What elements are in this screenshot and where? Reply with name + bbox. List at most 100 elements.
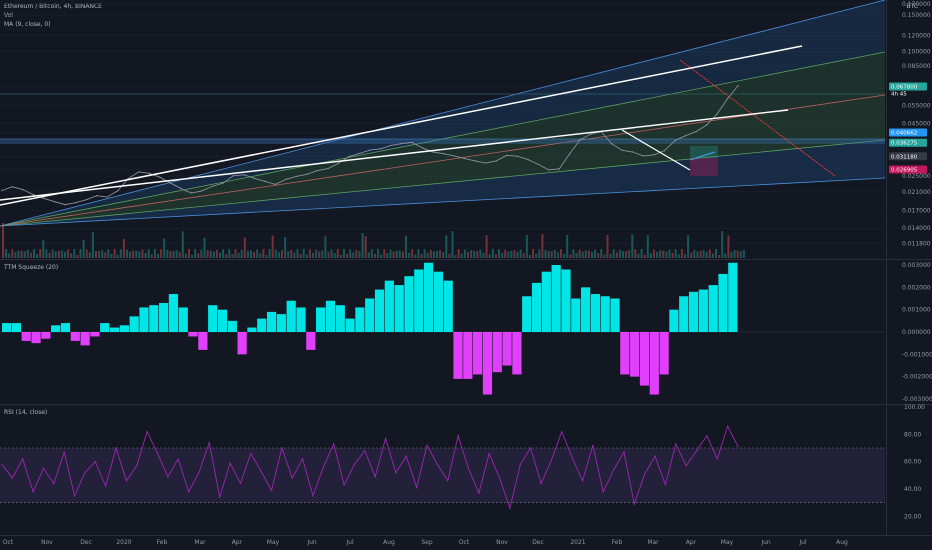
- price-point: [705, 124, 708, 126]
- volume-bar: [175, 250, 178, 258]
- volume-bar: [349, 249, 352, 258]
- price-point: [169, 182, 171, 184]
- volume-bar: [476, 251, 479, 258]
- volume-bar: [222, 249, 225, 258]
- volume-bar: [79, 249, 82, 258]
- volume-bar: [637, 253, 640, 258]
- volume-bar: [299, 254, 302, 258]
- x-tick-label: Apr: [232, 539, 243, 546]
- rsi-point: [706, 435, 708, 437]
- price-point: [579, 138, 581, 141]
- volume-bar: [178, 252, 181, 258]
- rsi-point: [229, 462, 231, 464]
- ttm-bar: [139, 307, 149, 332]
- ttm-bar: [100, 323, 110, 332]
- rsi-point: [478, 492, 480, 494]
- rsi-point: [613, 469, 615, 471]
- volume-bar: [668, 249, 671, 258]
- price-tick-label: 0.170000: [902, 1, 931, 8]
- volume-bar: [240, 249, 243, 258]
- volume-bar: [20, 250, 23, 258]
- price-point: [306, 173, 308, 176]
- volume-bar: [646, 235, 649, 258]
- price-point: [684, 135, 687, 137]
- x-tick-label: Aug: [836, 539, 848, 546]
- volume-bar: [262, 249, 265, 258]
- volume-bar: [659, 250, 662, 258]
- ttm-bar: [571, 298, 581, 332]
- volume-bar: [414, 254, 417, 258]
- volume-bar: [70, 253, 73, 258]
- rsi-point: [633, 503, 635, 505]
- rsi-point: [384, 437, 387, 440]
- volume-bar: [343, 249, 345, 258]
- volume-bar: [188, 249, 190, 258]
- volume-bar: [57, 250, 60, 258]
- ttm-bar: [60, 323, 71, 332]
- chart-canvas[interactable]: 0.170000 0.150000 0.120000 0.100000 0.085000…: [0, 0, 932, 550]
- volume-bar: [680, 249, 683, 258]
- price-point: [453, 155, 455, 157]
- volume-bar: [498, 249, 500, 258]
- volume-bar: [169, 251, 172, 258]
- volume-bar: [653, 249, 655, 258]
- rsi-point: [695, 450, 698, 452]
- volume-bar: [163, 238, 166, 258]
- volume-bar: [389, 249, 392, 258]
- volume-bar: [634, 249, 637, 258]
- volume-bar: [401, 251, 404, 258]
- price-badges: 0.0678004h 45 0.040662 0.036275 0.031180 0.0…: [889, 82, 927, 174]
- rsi-point: [156, 452, 159, 455]
- price-point: [379, 148, 382, 150]
- x-tick-label: Nov: [41, 539, 53, 546]
- volume-bar: [206, 250, 209, 258]
- volume-bar: [405, 235, 407, 258]
- rsi-point: [654, 455, 656, 457]
- volume-bar: [594, 249, 597, 258]
- ttm-bar: [237, 332, 247, 355]
- volume-bar: [101, 249, 104, 258]
- volume-bar: [88, 252, 91, 258]
- volume-bar: [662, 250, 665, 258]
- volume-bar: [209, 250, 212, 258]
- volume-bar: [184, 253, 187, 258]
- volume-bar: [411, 249, 414, 258]
- ttm-bar: [129, 316, 139, 332]
- price-point: [253, 177, 256, 179]
- rsi-point: [561, 431, 563, 433]
- volume-bar: [107, 249, 110, 258]
- volume-bar: [423, 249, 426, 258]
- volume-bar: [507, 251, 510, 258]
- volume-bar: [491, 249, 494, 258]
- ttm-tick-label: 0.003000: [902, 262, 931, 269]
- ttm-bar: [247, 327, 257, 332]
- volume-bar: [597, 253, 600, 258]
- volume-bar: [290, 249, 293, 258]
- volume-bar: [442, 252, 445, 258]
- volume-bar: [228, 249, 231, 258]
- volume-bar: [271, 235, 274, 258]
- volume-bar: [671, 252, 674, 258]
- volume-bar: [529, 254, 531, 258]
- volume-bar: [160, 249, 163, 258]
- rsi-point: [84, 472, 86, 474]
- x-tick-label: May: [721, 539, 734, 546]
- price-point: [516, 155, 518, 157]
- price-point: [653, 154, 655, 156]
- volume-bar: [569, 254, 572, 258]
- volume-bar: [600, 249, 603, 258]
- rsi-point: [488, 452, 490, 455]
- volume-bar: [98, 251, 101, 258]
- volume-bar: [426, 252, 429, 258]
- price-point: [22, 188, 24, 191]
- volume-bar: [302, 249, 305, 258]
- volume-bar: [281, 250, 283, 258]
- ttm-bar: [21, 332, 31, 341]
- volume-bar: [82, 239, 85, 258]
- volume-bar: [76, 254, 79, 258]
- price-point: [137, 171, 140, 173]
- volume-bar: [550, 251, 553, 258]
- volume-bar: [39, 249, 42, 258]
- volume-bar: [150, 254, 153, 258]
- volume-bar: [702, 250, 705, 258]
